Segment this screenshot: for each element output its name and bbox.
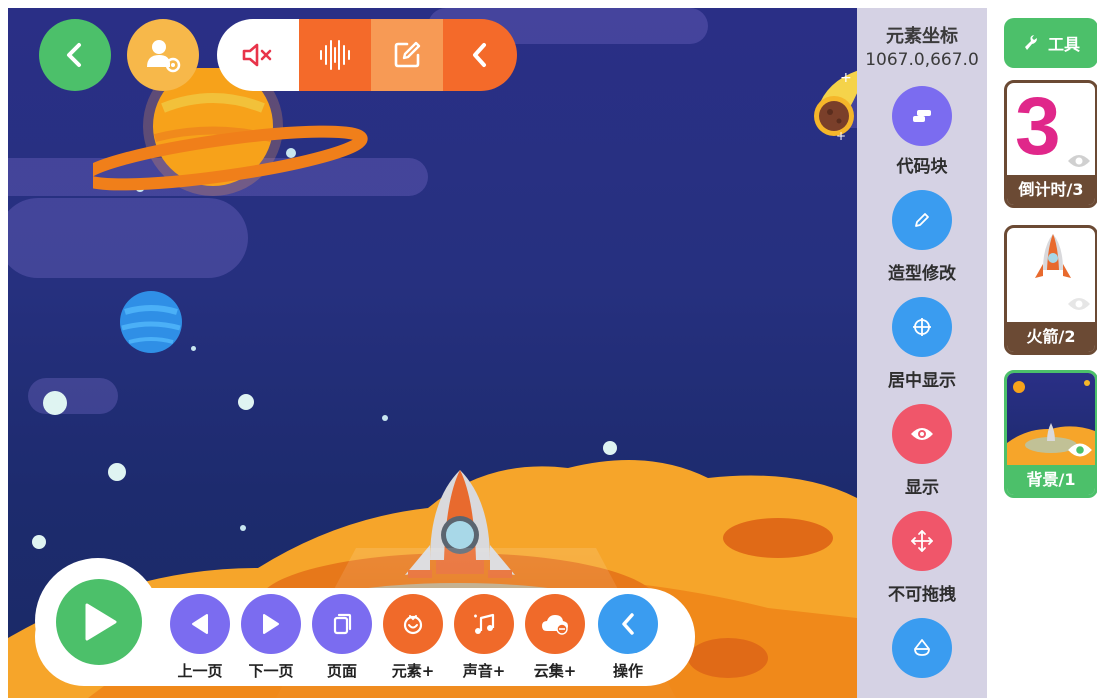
user-gear-icon (147, 40, 181, 73)
pages-icon (333, 613, 352, 635)
blue-planet (120, 291, 182, 353)
sound-add-label: 声音+ (462, 662, 506, 680)
operations-button[interactable] (598, 594, 658, 654)
show-button[interactable] (892, 404, 952, 464)
sprite-thumbnail: 3 (1007, 83, 1095, 175)
svg-text:+: + (836, 129, 846, 143)
drag-lock-label: 不可拖拽 (888, 585, 956, 605)
coord-value: 1067.0,667.0 (865, 50, 979, 70)
prev-triangle-icon (192, 614, 208, 634)
sprite-card-countdown[interactable]: 3 倒计时/3 (1004, 80, 1097, 208)
element-add-icon (403, 615, 423, 635)
costume-edit-button[interactable] (892, 190, 952, 250)
code-block-icon (913, 110, 931, 122)
sprite-thumbnail (1007, 228, 1095, 322)
prev-page-button[interactable] (170, 594, 230, 654)
eye-icon[interactable] (1067, 441, 1093, 459)
coord-title: 元素坐标 (886, 26, 958, 47)
sprite-label: 火箭/2 (1007, 322, 1095, 352)
star (191, 346, 196, 351)
sprite-card-rocket[interactable]: 火箭/2 (1004, 225, 1097, 355)
center-display-label: 居中显示 (888, 371, 956, 391)
pencil-icon (915, 213, 929, 227)
prev-page-label: 上一页 (177, 662, 223, 680)
move-arrows-icon (911, 530, 933, 552)
eye-icon[interactable] (1067, 153, 1091, 169)
center-display-button[interactable] (892, 297, 952, 357)
layer-button[interactable] (892, 618, 952, 678)
pages-button[interactable] (312, 594, 372, 654)
play-button[interactable] (56, 579, 142, 665)
waveform-button[interactable] (299, 19, 371, 91)
chevron-left-icon (67, 43, 81, 67)
code-block-label: 代码块 (896, 157, 948, 177)
star (43, 391, 67, 415)
next-triangle-icon (263, 614, 279, 634)
rocket-thumbnail (1035, 234, 1071, 278)
star (382, 415, 388, 421)
sprite-thumbnail (1007, 373, 1095, 465)
cloud (28, 378, 118, 414)
chevron-left-icon (622, 613, 634, 635)
tools-label: 工具 (1047, 35, 1080, 54)
speaker-mute-icon (242, 43, 272, 67)
comet: + + (814, 70, 857, 143)
svg-text:+: + (840, 70, 852, 86)
collapse-button[interactable] (443, 19, 517, 91)
pages-label: 页面 (326, 662, 357, 680)
element-add-label: 元素+ (391, 662, 435, 680)
wrench-icon (1024, 35, 1037, 50)
star (238, 394, 254, 410)
music-add-icon (474, 613, 495, 634)
sprite-label: 背景/1 (1007, 465, 1095, 495)
tools-button[interactable]: 工具 (1004, 18, 1097, 68)
edit-square-icon (394, 41, 421, 68)
edit-button[interactable] (371, 19, 443, 91)
next-page-button[interactable] (241, 594, 301, 654)
chevron-left-icon (473, 43, 486, 67)
drag-lock-button[interactable] (892, 511, 952, 571)
eye-icon (911, 428, 933, 440)
sprite-card-background[interactable]: 背景/1 (1004, 370, 1097, 498)
user-settings-button[interactable] (127, 19, 199, 91)
sprite-label: 倒计时/3 (1007, 175, 1095, 205)
mute-button[interactable] (217, 19, 299, 91)
show-label: 显示 (905, 478, 939, 498)
eye-icon[interactable] (1067, 296, 1091, 312)
next-page-label: 下一页 (248, 662, 294, 680)
back-button[interactable] (39, 19, 111, 91)
operations-label: 操作 (612, 662, 643, 680)
crosshair-icon (913, 318, 931, 336)
play-icon (85, 603, 117, 641)
audio-toolbar (217, 19, 517, 91)
element-add-button[interactable] (383, 594, 443, 654)
cloud-add-label: 云集+ (533, 662, 577, 680)
cloud-add-icon (542, 615, 568, 635)
cloud-add-button[interactable] (525, 594, 585, 654)
waveform-icon (320, 40, 350, 70)
code-block-button[interactable] (892, 86, 952, 146)
countdown-number: 3 (1015, 81, 1061, 172)
costume-edit-label: 造型修改 (888, 264, 956, 284)
sound-add-button[interactable] (454, 594, 514, 654)
layer-icon (914, 639, 930, 656)
